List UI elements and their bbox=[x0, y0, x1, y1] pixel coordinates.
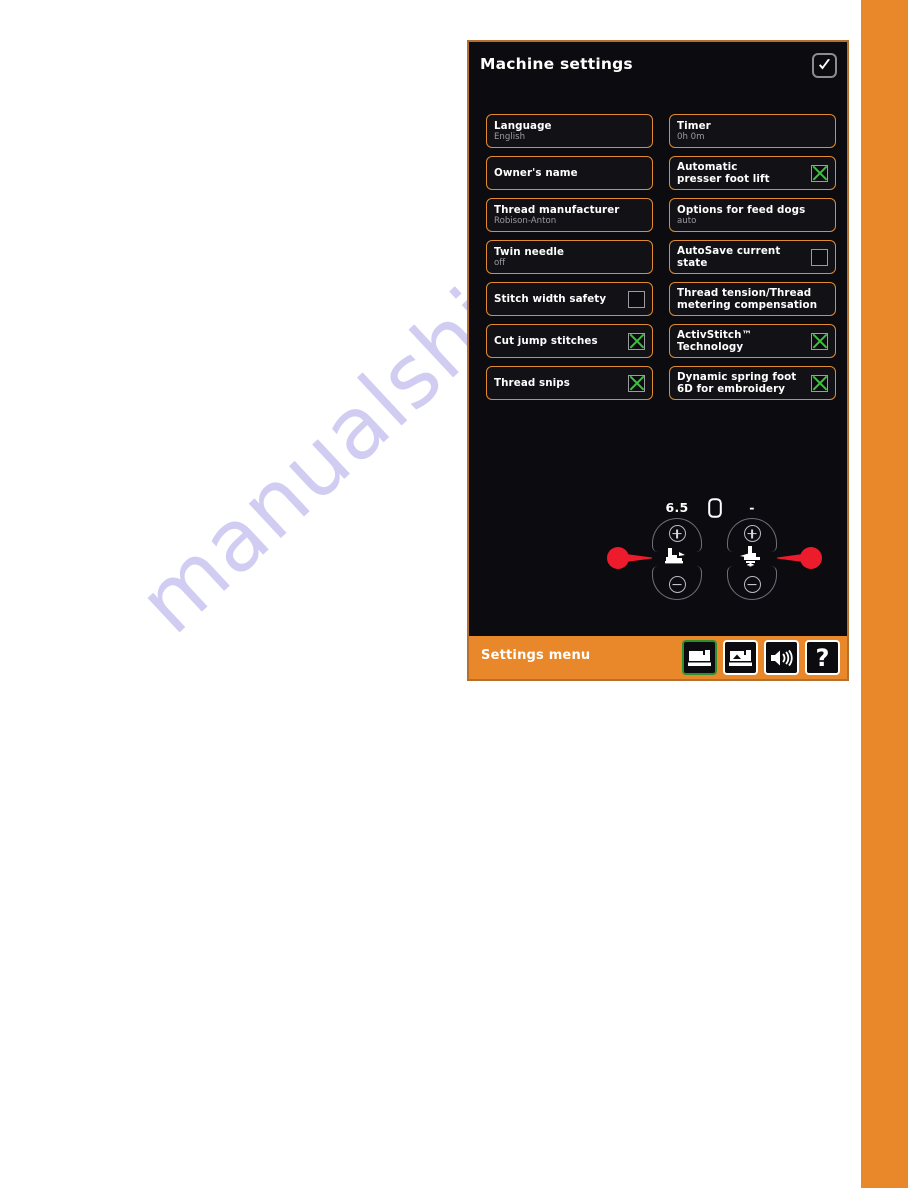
setting-labels: Owner's name bbox=[494, 167, 645, 179]
stepper-indicator-right bbox=[777, 546, 823, 570]
help-button[interactable]: ? bbox=[805, 640, 840, 675]
check-icon bbox=[819, 59, 830, 70]
bottom-toolbar: Settings menu ? bbox=[469, 636, 847, 679]
setting-labels: Thread tension/Thread metering compensati… bbox=[677, 287, 828, 312]
setting-label: Language bbox=[494, 119, 552, 132]
bottom-bar-label: Settings menu bbox=[481, 648, 591, 663]
stepper-presser-foot-height: 6.5 bbox=[607, 500, 706, 604]
plus-icon bbox=[668, 525, 686, 542]
setting-button[interactable]: Stitch width safety bbox=[486, 282, 653, 316]
setting-labels: Dynamic spring foot 6D for embroidery bbox=[677, 371, 805, 396]
setting-checkbox[interactable] bbox=[811, 332, 828, 350]
setting-button[interactable]: Dynamic spring foot 6D for embroidery bbox=[669, 366, 836, 400]
setting-label: Twin needle bbox=[494, 245, 565, 258]
setting-button[interactable]: AutoSave current state bbox=[669, 240, 836, 274]
setting-button[interactable]: Thread tension/Thread metering compensati… bbox=[669, 282, 836, 316]
setting-labels: Thread manufacturer Robison-Anton bbox=[494, 204, 645, 227]
setting-labels: Twin needle off bbox=[494, 246, 645, 269]
setting-button[interactable]: Thread snips bbox=[486, 366, 653, 400]
setting-checkbox[interactable] bbox=[811, 164, 828, 182]
screen-title-bar: Machine settings bbox=[469, 50, 847, 86]
minus-icon bbox=[668, 576, 686, 593]
setting-label: AutoSave current state bbox=[677, 244, 781, 270]
stepper-minus-left[interactable] bbox=[652, 566, 702, 600]
setting-label: Thread manufacturer bbox=[494, 203, 620, 216]
setting-label: Timer bbox=[677, 119, 711, 132]
setting-label: Automatic presser foot lift bbox=[677, 160, 770, 186]
setting-button[interactable]: Timer 0h 0m bbox=[669, 114, 836, 148]
setting-label: Thread tension/Thread metering compensati… bbox=[677, 286, 818, 312]
setting-labels: AutoSave current state bbox=[677, 245, 805, 270]
needle-plate-icon bbox=[708, 498, 722, 518]
setting-labels: Cut jump stitches bbox=[494, 335, 622, 347]
setting-checkbox[interactable] bbox=[811, 248, 828, 266]
setting-label: Thread snips bbox=[494, 377, 571, 389]
machine-settings-button[interactable] bbox=[682, 640, 717, 675]
stepper-indicator-left bbox=[606, 546, 652, 570]
setting-label: Cut jump stitches bbox=[494, 335, 598, 347]
setting-labels: Thread snips bbox=[494, 377, 622, 389]
question-mark-icon: ? bbox=[815, 643, 830, 672]
setting-value: Robison-Anton bbox=[494, 215, 557, 226]
setting-value: auto bbox=[677, 215, 697, 226]
setting-checkbox[interactable] bbox=[628, 374, 645, 392]
sound-settings-button[interactable] bbox=[764, 640, 799, 675]
stepper-controls: 6.5 - bbox=[469, 490, 847, 610]
speaker-icon bbox=[770, 649, 793, 666]
settings-grid: Language English Timer 0h 0m Owner's name Aut… bbox=[486, 114, 836, 400]
plus-icon bbox=[743, 525, 761, 542]
embroidery-machine-icon bbox=[729, 650, 752, 666]
setting-button[interactable]: Thread manufacturer Robison-Anton bbox=[486, 198, 653, 232]
setting-button[interactable]: Cut jump stitches bbox=[486, 324, 653, 358]
sewing-machine-icon bbox=[688, 650, 711, 666]
setting-button[interactable]: Owner's name bbox=[486, 156, 653, 190]
presser-foot-icon-right bbox=[734, 544, 770, 568]
setting-button[interactable]: Language English bbox=[486, 114, 653, 148]
setting-label: Dynamic spring foot 6D for embroidery bbox=[677, 370, 797, 396]
page-edge-band bbox=[861, 0, 908, 1188]
embroidery-settings-button[interactable] bbox=[723, 640, 758, 675]
stepper-value-left: 6.5 bbox=[665, 500, 689, 515]
setting-value: 0h 0m bbox=[677, 131, 705, 142]
setting-label: ActivStitch™ Technology bbox=[677, 328, 752, 354]
setting-labels: Options for feed dogs auto bbox=[677, 204, 828, 227]
setting-value: English bbox=[494, 131, 526, 142]
stepper-presser-foot-pressure: - bbox=[723, 500, 822, 604]
presser-foot-icon-left bbox=[659, 544, 695, 568]
setting-button[interactable]: ActivStitch™ Technology bbox=[669, 324, 836, 358]
ok-check-button[interactable] bbox=[812, 53, 837, 78]
setting-button[interactable]: Twin needle off bbox=[486, 240, 653, 274]
setting-labels: ActivStitch™ Technology bbox=[677, 329, 805, 354]
setting-button[interactable]: Options for feed dogs auto bbox=[669, 198, 836, 232]
screen-body: Machine settings Language English Timer 0h … bbox=[469, 42, 847, 640]
machine-screen: Machine settings Language English Timer 0h … bbox=[467, 40, 849, 681]
setting-label: Owner's name bbox=[494, 167, 578, 179]
setting-labels: Stitch width safety bbox=[494, 293, 622, 305]
setting-label: Stitch width safety bbox=[494, 293, 607, 305]
setting-button[interactable]: Automatic presser foot lift bbox=[669, 156, 836, 190]
page-title: Machine settings bbox=[480, 55, 633, 73]
setting-checkbox[interactable] bbox=[628, 332, 645, 350]
stepper-minus-right[interactable] bbox=[727, 566, 777, 600]
setting-labels: Language English bbox=[494, 120, 645, 143]
setting-labels: Automatic presser foot lift bbox=[677, 161, 805, 186]
bottom-toolbar-icons: ? bbox=[682, 640, 840, 675]
setting-checkbox[interactable] bbox=[628, 290, 645, 308]
setting-labels: Timer 0h 0m bbox=[677, 120, 828, 143]
setting-value: off bbox=[494, 257, 506, 268]
setting-checkbox[interactable] bbox=[811, 374, 828, 392]
setting-label: Options for feed dogs bbox=[677, 203, 806, 216]
stepper-value-right: - bbox=[749, 500, 755, 515]
minus-icon bbox=[743, 576, 761, 593]
